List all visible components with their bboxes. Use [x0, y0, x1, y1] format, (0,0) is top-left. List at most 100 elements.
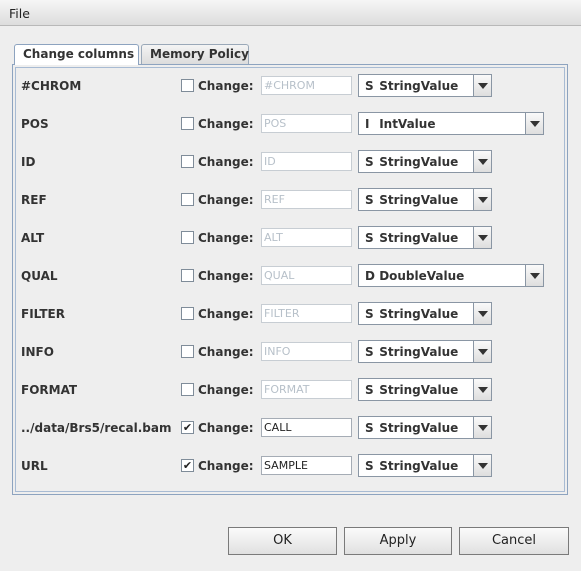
cancel-button[interactable]: Cancel [459, 527, 569, 555]
column-row: FORMAT Change: FORMAT S StringValue [13, 378, 569, 402]
column-name-label: ALT [21, 231, 45, 245]
change-label: Change: [198, 269, 254, 283]
change-checkbox[interactable] [181, 155, 194, 168]
change-checkbox[interactable] [181, 383, 194, 396]
type-combobox[interactable]: S StringValue [358, 416, 492, 439]
new-name-field[interactable]: CALL [261, 418, 352, 437]
int-type-icon: I [365, 117, 370, 131]
change-label: Change: [198, 459, 254, 473]
type-combobox[interactable]: S StringValue [358, 74, 492, 97]
type-combobox[interactable]: S StringValue [358, 150, 492, 173]
change-checkbox[interactable] [181, 345, 194, 358]
change-columns-panel: #CHROM Change: #CHROM S StringValue POS … [12, 64, 568, 495]
menubar: File [0, 0, 581, 26]
change-label: Change: [198, 193, 254, 207]
new-name-field[interactable]: FILTER [261, 304, 352, 323]
dropdown-arrow-icon[interactable] [473, 341, 491, 362]
ok-button[interactable]: OK [228, 527, 337, 555]
dropdown-arrow-icon[interactable] [473, 417, 491, 438]
column-row: QUAL Change: QUAL D DoubleValue [13, 264, 569, 288]
type-combobox[interactable]: I IntValue [358, 112, 544, 135]
column-row: URL ✔ Change: SAMPLE S StringValue [13, 454, 569, 478]
change-label: Change: [198, 231, 254, 245]
change-checkbox[interactable]: ✔ [181, 421, 194, 434]
type-label: StringValue [379, 345, 459, 359]
dropdown-arrow-icon[interactable] [473, 75, 491, 96]
new-name-field[interactable]: INFO [261, 342, 352, 361]
new-name-field[interactable]: #CHROM [261, 76, 352, 95]
column-row: #CHROM Change: #CHROM S StringValue [13, 74, 569, 98]
type-combobox[interactable]: S StringValue [358, 188, 492, 211]
change-checkbox[interactable] [181, 307, 194, 320]
column-name-label: POS [21, 117, 49, 131]
menu-file[interactable]: File [9, 6, 30, 21]
type-label: StringValue [379, 307, 459, 321]
dropdown-arrow-icon[interactable] [473, 227, 491, 248]
type-label: IntValue [379, 117, 436, 131]
dropdown-arrow-icon[interactable] [525, 113, 543, 134]
type-combobox[interactable]: D DoubleValue [358, 264, 544, 287]
new-name-field[interactable]: SAMPLE [261, 456, 352, 475]
new-name-field[interactable]: QUAL [261, 266, 352, 285]
type-label: StringValue [379, 155, 459, 169]
dropdown-arrow-icon[interactable] [473, 151, 491, 172]
new-name-field[interactable]: ALT [261, 228, 352, 247]
change-label: Change: [198, 421, 254, 435]
column-row: REF Change: REF S StringValue [13, 188, 569, 212]
tab-memory-policy[interactable]: Memory Policy [141, 44, 249, 64]
column-row: ID Change: ID S StringValue [13, 150, 569, 174]
change-checkbox[interactable]: ✔ [181, 459, 194, 472]
new-name-field[interactable]: POS [261, 114, 352, 133]
double-type-icon: D [365, 269, 375, 283]
column-row: POS Change: POS I IntValue [13, 112, 569, 136]
column-name-label: #CHROM [21, 79, 82, 93]
string-type-icon: S [365, 79, 374, 93]
type-label: StringValue [379, 231, 459, 245]
dropdown-arrow-icon[interactable] [525, 265, 543, 286]
string-type-icon: S [365, 383, 374, 397]
apply-button[interactable]: Apply [344, 527, 452, 555]
change-label: Change: [198, 345, 254, 359]
type-label: StringValue [379, 383, 459, 397]
type-label: StringValue [379, 79, 459, 93]
column-row: INFO Change: INFO S StringValue [13, 340, 569, 364]
change-label: Change: [198, 155, 254, 169]
column-name-label: URL [21, 459, 48, 473]
type-combobox[interactable]: S StringValue [358, 302, 492, 325]
type-combobox[interactable]: S StringValue [358, 226, 492, 249]
type-label: StringValue [379, 459, 459, 473]
tab-change-columns[interactable]: Change columns [14, 44, 139, 65]
dropdown-arrow-icon[interactable] [473, 303, 491, 324]
change-checkbox[interactable] [181, 117, 194, 130]
change-checkbox[interactable] [181, 269, 194, 282]
type-label: DoubleValue [379, 269, 465, 283]
column-name-label: ID [21, 155, 36, 169]
column-name-label: FORMAT [21, 383, 78, 397]
type-combobox[interactable]: S StringValue [358, 378, 492, 401]
column-name-label: INFO [21, 345, 54, 359]
string-type-icon: S [365, 307, 374, 321]
change-label: Change: [198, 383, 254, 397]
dropdown-arrow-icon[interactable] [473, 379, 491, 400]
column-row: ../data/Brs5/recal.bam ✔ Change: CALL S … [13, 416, 569, 440]
change-checkbox[interactable] [181, 231, 194, 244]
type-combobox[interactable]: S StringValue [358, 454, 492, 477]
dropdown-arrow-icon[interactable] [473, 189, 491, 210]
new-name-field[interactable]: ID [261, 152, 352, 171]
column-row: ALT Change: ALT S StringValue [13, 226, 569, 250]
change-checkbox[interactable] [181, 79, 194, 92]
column-name-label: REF [21, 193, 47, 207]
new-name-field[interactable]: FORMAT [261, 380, 352, 399]
new-name-field[interactable]: REF [261, 190, 352, 209]
change-label: Change: [198, 79, 254, 93]
string-type-icon: S [365, 345, 374, 359]
change-label: Change: [198, 307, 254, 321]
column-name-label: ../data/Brs5/recal.bam [21, 421, 172, 435]
type-combobox[interactable]: S StringValue [358, 340, 492, 363]
string-type-icon: S [365, 193, 374, 207]
string-type-icon: S [365, 421, 374, 435]
column-name-label: FILTER [21, 307, 65, 321]
dropdown-arrow-icon[interactable] [473, 455, 491, 476]
change-label: Change: [198, 117, 254, 131]
change-checkbox[interactable] [181, 193, 194, 206]
